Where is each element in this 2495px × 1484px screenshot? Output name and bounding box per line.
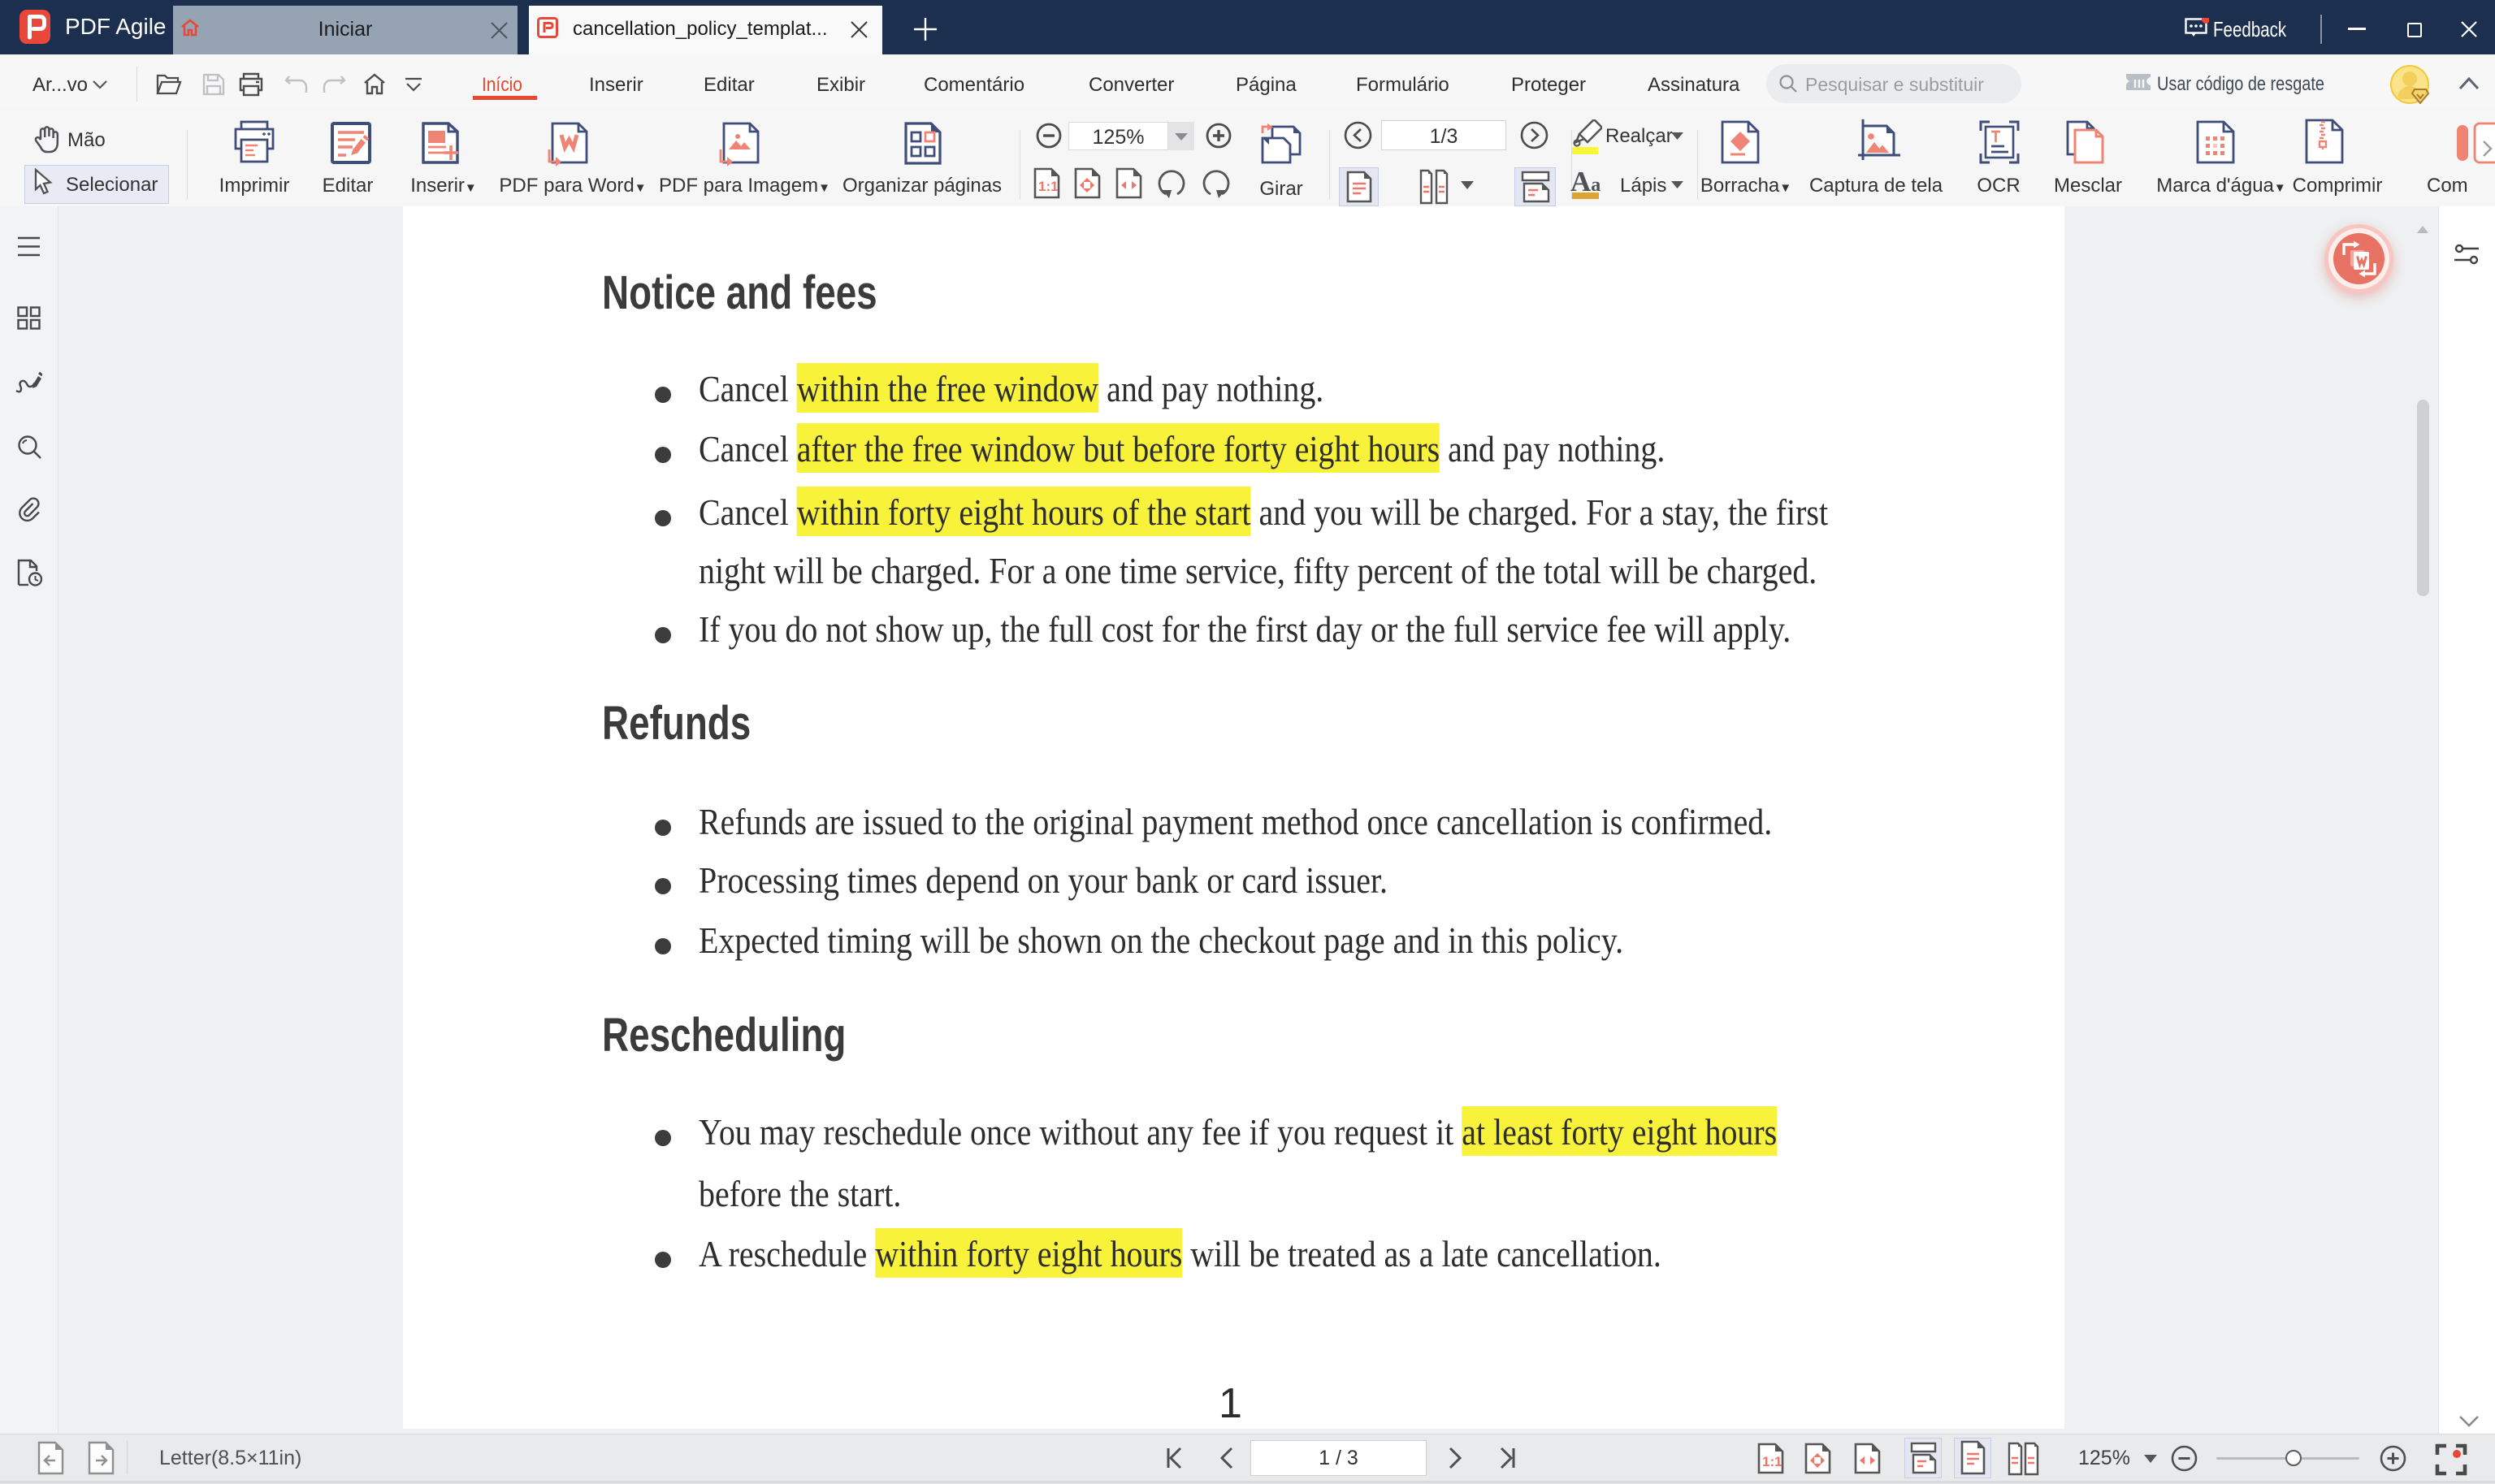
svg-text:1:1: 1:1 [1762,1454,1782,1469]
svg-text:1:1: 1:1 [1038,179,1059,194]
